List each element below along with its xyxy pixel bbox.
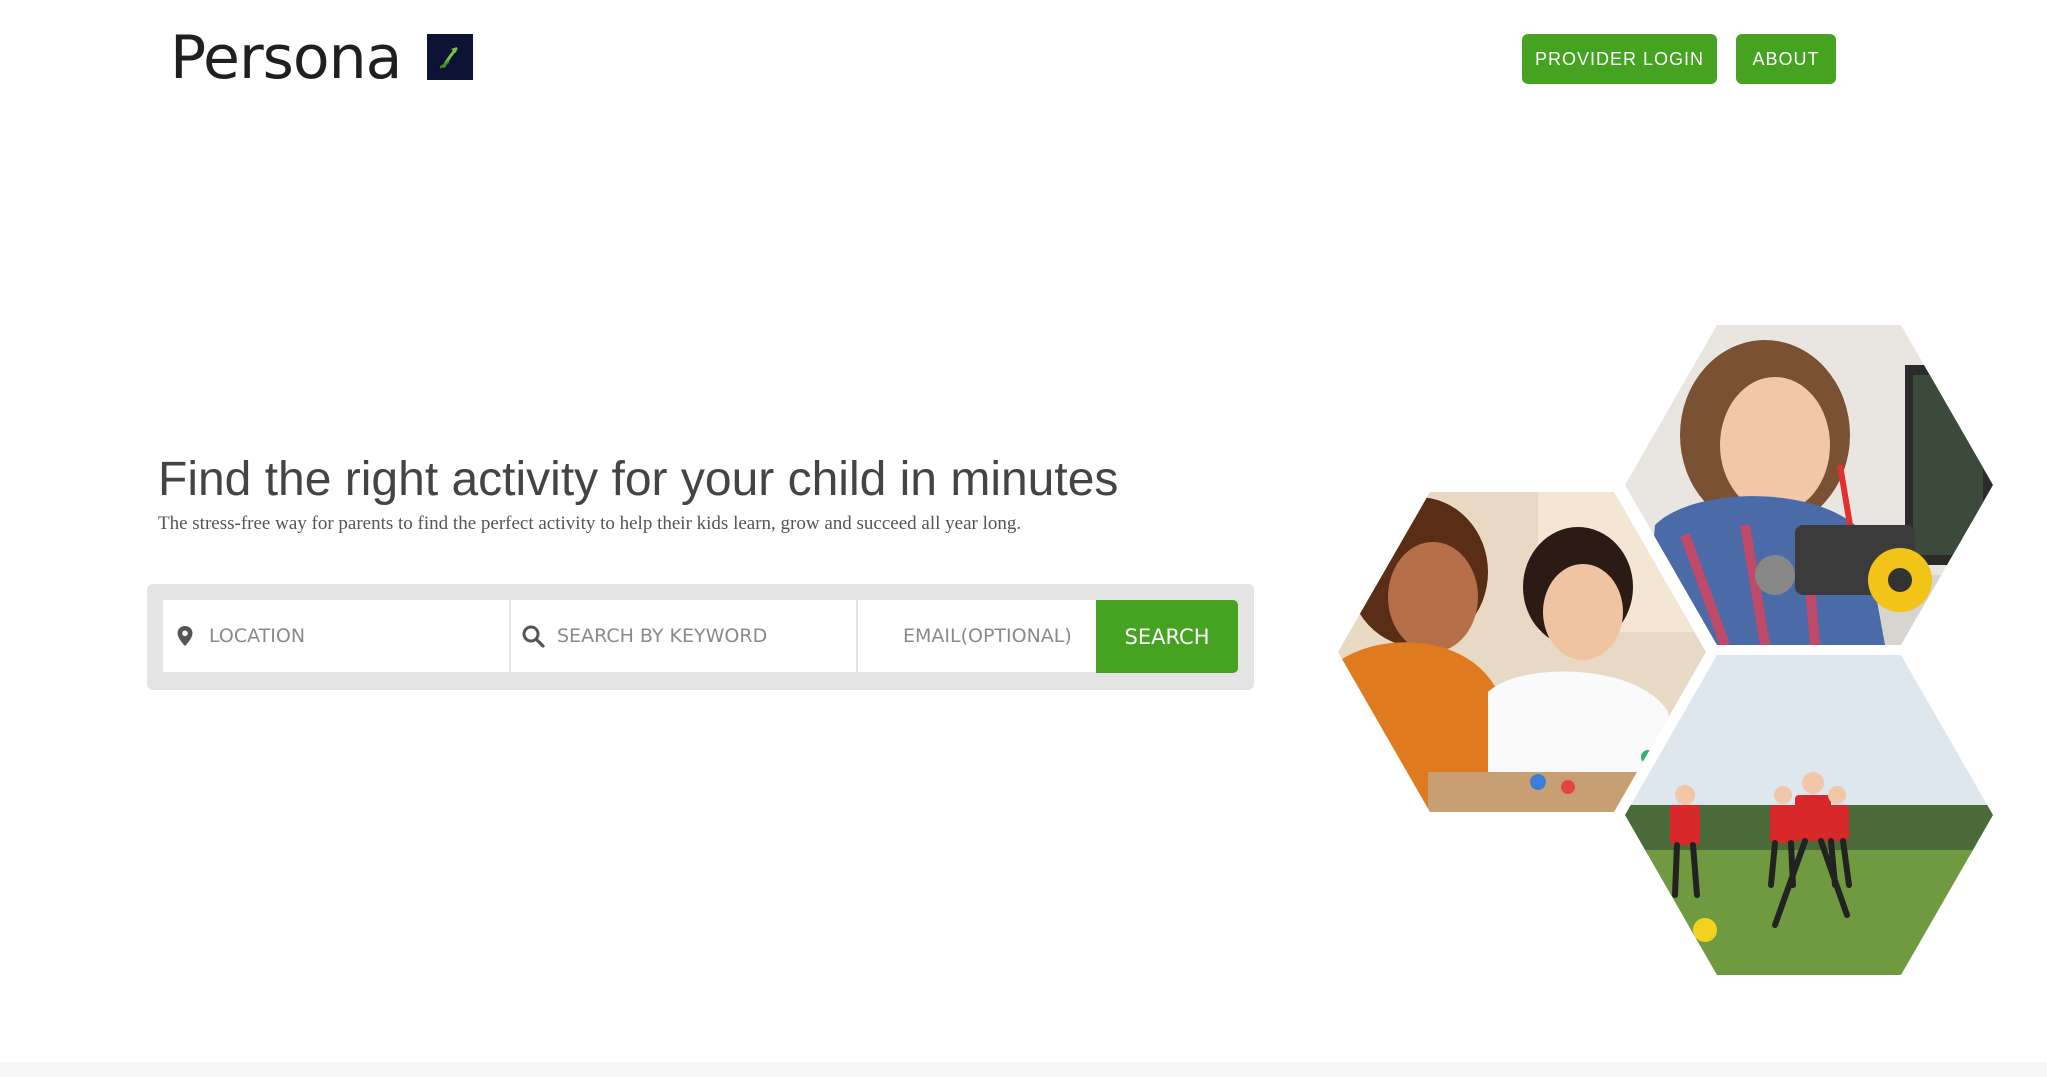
mother-daughter-crafts-photo <box>1338 492 1706 812</box>
email-input[interactable] <box>858 600 1096 672</box>
email-field[interactable] <box>858 600 1096 672</box>
about-button[interactable]: ABOUT <box>1736 34 1836 84</box>
search-bar: SEARCH <box>147 584 1254 690</box>
logo[interactable]: Persona <box>170 23 473 93</box>
logo-text: Persona <box>170 23 402 93</box>
keyword-field[interactable] <box>511 600 857 672</box>
leaf-arrow-icon <box>427 34 473 80</box>
footer-strip <box>0 1062 2047 1077</box>
location-field[interactable] <box>163 600 510 672</box>
search-icon <box>521 624 545 648</box>
kids-soccer-photo <box>1625 655 1993 975</box>
hero-subline: The stress-free way for parents to find … <box>158 513 1022 534</box>
location-input[interactable] <box>163 600 509 672</box>
keyword-input[interactable] <box>511 600 856 672</box>
girl-robotics-photo <box>1625 325 1993 645</box>
search-button[interactable]: SEARCH <box>1096 600 1238 673</box>
map-pin-icon <box>173 624 197 648</box>
hero-headline: Find the right activity for your child i… <box>158 453 1119 506</box>
provider-login-button[interactable]: PROVIDER LOGIN <box>1522 34 1717 84</box>
